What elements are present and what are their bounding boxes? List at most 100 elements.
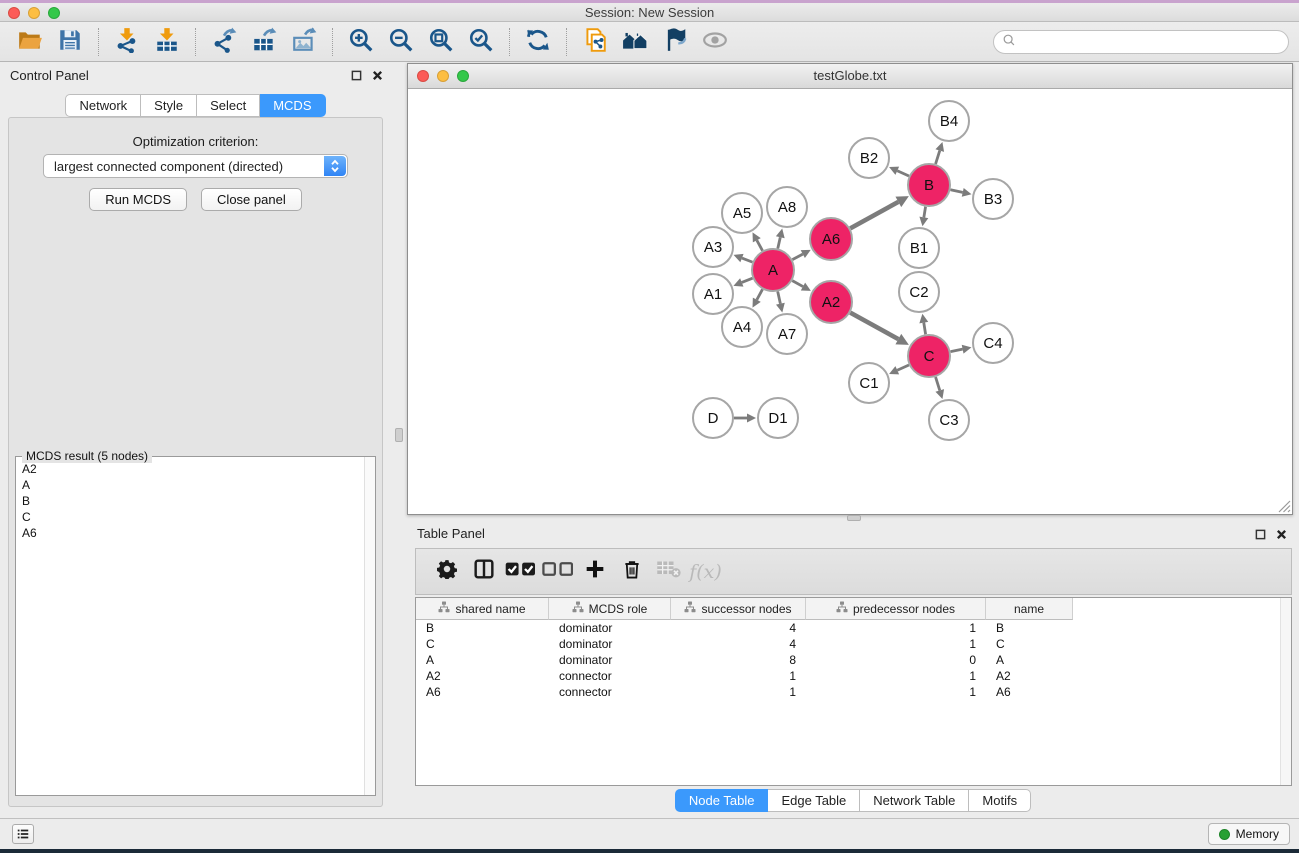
column-header-name[interactable]: name	[986, 598, 1073, 620]
create-column-button[interactable]	[576, 554, 613, 590]
select-all-columns-button[interactable]	[502, 554, 539, 590]
import-network-button[interactable]	[107, 26, 147, 58]
table-settings-button[interactable]	[428, 554, 465, 590]
table-scrollbar[interactable]	[1280, 598, 1291, 785]
network-graph[interactable]: B4B2BB3A5A8A6B1A3AC2A1A2A4A7C4CC1C3DD1	[408, 89, 1292, 514]
graph-edge-A-A3[interactable]	[742, 258, 753, 262]
main-toolbar-groups	[10, 22, 735, 62]
graph-edge-A-A7[interactable]	[778, 291, 781, 303]
tab-mcds[interactable]: MCDS	[260, 94, 325, 117]
mcds-result-item[interactable]: B	[16, 493, 363, 509]
graph-edge-C-C1[interactable]	[897, 365, 909, 370]
table-row[interactable]: Cdominator41C	[416, 636, 1291, 652]
graph-edge-A-A5[interactable]	[757, 240, 763, 250]
graph-edge-C-C3[interactable]	[936, 377, 940, 390]
node-table[interactable]: shared nameMCDS rolesuccessor nodesprede…	[415, 597, 1292, 786]
graph-edge-B-B1[interactable]	[924, 207, 926, 218]
export-network-button[interactable]	[204, 26, 244, 58]
import-table-button[interactable]	[147, 26, 187, 58]
table-cell: C	[986, 637, 1073, 651]
zoom-selected-button[interactable]	[461, 26, 501, 58]
mcds-result-item[interactable]: A6	[16, 525, 363, 541]
mcds-result-item[interactable]: A	[16, 477, 363, 493]
graph-edge-arrowhead	[962, 188, 972, 197]
mcds-result-item[interactable]: A2	[16, 461, 363, 477]
graph-node-label: A2	[822, 294, 840, 311]
table-row[interactable]: Bdominator41B	[416, 620, 1291, 636]
network-canvas[interactable]: B4B2BB3A5A8A6B1A3AC2A1A2A4A7C4CC1C3DD1	[408, 89, 1292, 514]
column-header-successor-nodes[interactable]: successor nodes	[671, 598, 806, 620]
graph-edge-B-B3[interactable]	[950, 190, 962, 193]
memory-button[interactable]: Memory	[1208, 823, 1290, 845]
table-cell: connector	[549, 669, 671, 683]
graph-edge-C-C2[interactable]	[924, 323, 926, 335]
graph-edge-B-B2[interactable]	[897, 171, 909, 176]
graph-node-label: A1	[704, 286, 722, 303]
graph-edge-A-A2[interactable]	[792, 281, 803, 287]
table-row[interactable]: A2connector11A2	[416, 668, 1291, 684]
graph-edge-A6-B[interactable]	[850, 202, 898, 228]
graph-edge-A-A1[interactable]	[742, 278, 753, 282]
tab-network[interactable]: Network	[65, 94, 141, 117]
graph-edge-A-A8[interactable]	[778, 237, 781, 248]
close-panel-icon[interactable]	[1276, 527, 1287, 545]
save-session-button[interactable]	[50, 26, 90, 58]
search-input[interactable]	[1020, 33, 1288, 51]
network-window-titlebar[interactable]: testGlobe.txt	[408, 64, 1292, 89]
table-cell: 1	[806, 669, 986, 683]
control-panel-tabs: NetworkStyleSelectMCDS	[0, 94, 391, 117]
table-body: Bdominator41BCdominator41CAdominator80AA…	[416, 620, 1291, 700]
tab-node-table[interactable]: Node Table	[675, 789, 769, 812]
table-header-row: shared nameMCDS rolesuccessor nodesprede…	[416, 598, 1291, 620]
network-overview-button[interactable]	[615, 26, 655, 58]
mcds-result-item[interactable]: C	[16, 509, 363, 525]
export-table-button[interactable]	[244, 26, 284, 58]
tab-style[interactable]: Style	[141, 94, 197, 117]
main-titlebar: Session: New Session	[0, 3, 1299, 22]
graph-node-label: A8	[778, 199, 796, 216]
tab-motifs[interactable]: Motifs	[969, 789, 1031, 812]
column-header-MCDS-role[interactable]: MCDS role	[549, 598, 671, 620]
unselect-all-columns-button[interactable]	[539, 554, 576, 590]
divider-handle[interactable]	[395, 428, 403, 442]
column-header-shared-name[interactable]: shared name	[416, 598, 549, 620]
resize-grip-icon[interactable]	[1276, 498, 1291, 513]
float-panel-icon[interactable]	[351, 68, 362, 86]
table-row[interactable]: Adominator80A	[416, 652, 1291, 668]
function-builder-button: f(x)	[687, 554, 724, 590]
close-panel-icon[interactable]	[372, 68, 383, 86]
task-history-button[interactable]	[12, 824, 34, 844]
graph-edge-A-A4[interactable]	[757, 289, 763, 299]
zoom-in-button[interactable]	[341, 26, 381, 58]
table-cell: A	[416, 653, 549, 667]
mcds-result-list[interactable]: A2ABCA6	[16, 461, 363, 795]
optimization-select[interactable]: largest connected component (directed)	[43, 154, 348, 178]
zoom-fit-button[interactable]	[421, 26, 461, 58]
result-list-scrollbar[interactable]	[364, 457, 375, 795]
graph-edge-A2-C[interactable]	[850, 313, 898, 339]
tab-network-table[interactable]: Network Table	[860, 789, 969, 812]
tab-select[interactable]: Select	[197, 94, 260, 117]
graph-edge-A-A6[interactable]	[792, 254, 802, 260]
vertical-split-divider[interactable]	[391, 62, 407, 818]
graph-edge-arrowhead	[776, 228, 785, 238]
graph-node-label: C1	[859, 375, 878, 392]
graph-edge-B-B4[interactable]	[936, 151, 940, 164]
zoom-out-button[interactable]	[381, 26, 421, 58]
delete-columns-button[interactable]	[613, 554, 650, 590]
export-image-button[interactable]	[284, 26, 324, 58]
clone-network-button[interactable]	[575, 26, 615, 58]
graph-edge-C-C4[interactable]	[951, 349, 963, 351]
run-mcds-button[interactable]: Run MCDS	[89, 188, 187, 211]
show-columns-button[interactable]	[465, 554, 502, 590]
refresh-layout-button[interactable]	[518, 26, 558, 58]
search-field[interactable]	[993, 30, 1289, 54]
close-panel-button[interactable]: Close panel	[201, 188, 302, 211]
open-file-button[interactable]	[10, 26, 50, 58]
float-panel-icon[interactable]	[1255, 527, 1266, 545]
table-row[interactable]: A6connector11A6	[416, 684, 1291, 700]
graph-node-label: B2	[860, 150, 878, 167]
annotation-mode-button[interactable]	[655, 26, 695, 58]
tab-edge-table[interactable]: Edge Table	[768, 789, 860, 812]
column-header-predecessor-nodes[interactable]: predecessor nodes	[806, 598, 986, 620]
